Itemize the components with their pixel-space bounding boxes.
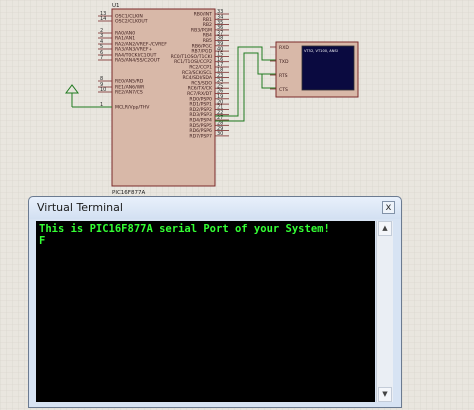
pin-label: RD2/PSP2 — [189, 107, 212, 113]
close-icon: x — [385, 202, 392, 213]
pin-label: RB4 — [203, 33, 212, 39]
pin-label: RC6/TX/CK — [188, 86, 213, 92]
pin-label: RB1 — [203, 17, 212, 23]
pin-label: RD4/PSP4 — [189, 118, 212, 124]
pin-label: MCLR/Vpp/THV — [115, 105, 150, 111]
pin-label: RC2/CCP1 — [189, 65, 212, 71]
pin-label: RC1/T1OSI/CCP2 — [174, 59, 212, 65]
terminal-line: This is PIC16F877A serial Port of your S… — [39, 223, 330, 235]
window-title: Virtual Terminal — [37, 201, 123, 214]
pin-label: RC5/SDO — [191, 80, 212, 86]
pin-label: RE0/AN5/RD — [115, 79, 144, 85]
pin-label: RB6/PGC — [192, 43, 212, 49]
terminal-pin-label: CTS — [279, 87, 288, 93]
pin-label: RD7/PSP7 — [189, 133, 212, 139]
vertical-scrollbar[interactable]: ▲ ▼ — [376, 221, 393, 402]
terminal-pin-label: TXD — [278, 59, 289, 65]
pin-label: RD3/PSP3 — [189, 112, 212, 118]
pin-label: RD1/PSP1 — [189, 102, 212, 108]
pin-number: 7 — [100, 55, 103, 61]
pin-label: RA3/AN3/VREF+ — [115, 47, 153, 53]
terminal-component-screen-text: VT52, VT100, ANSI — [304, 49, 338, 53]
terminal-pin-label: RXD — [279, 45, 289, 51]
pin-label: RB3/PGM — [191, 27, 212, 33]
pin-label: RC4/SDI/SDA — [182, 75, 212, 81]
window-titlebar[interactable]: Virtual Terminal x — [29, 197, 401, 219]
pin-label: RD6/PSP6 — [189, 128, 212, 134]
pin-label: RC0/T1OSO/T1CKI — [171, 54, 212, 60]
chip-ref-label: U1 — [112, 3, 120, 9]
pin-label: RD0/PSP0 — [189, 96, 212, 102]
pin-label: RD5/PSP5 — [189, 123, 212, 129]
close-button[interactable]: x — [382, 201, 395, 214]
terminal-line: F — [39, 235, 46, 247]
pin-label: RB2 — [203, 22, 212, 28]
pin-label: RB5 — [203, 38, 212, 44]
scroll-down-button[interactable]: ▼ — [378, 387, 392, 402]
pin-label: RA1/AN1 — [115, 36, 135, 42]
terminal-output[interactable]: This is PIC16F877A serial Port of your S… — [36, 221, 375, 402]
terminal-pin-label: RTS — [279, 73, 288, 79]
pin-label: RB7/PGD — [191, 49, 212, 55]
scroll-up-button[interactable]: ▲ — [378, 221, 392, 236]
pin-label: RA5/AN4/SS/C2OUT — [115, 58, 160, 64]
pin-number: 10 — [100, 87, 106, 93]
virtual-terminal-window[interactable]: Virtual Terminal x This is PIC16F877A se… — [28, 196, 402, 408]
pin-label: RC7/RX/DT — [187, 91, 212, 97]
pin-label: RC3/SCK/SCL — [182, 70, 212, 76]
pin-label: RE2/AN7/CS — [115, 90, 143, 96]
pin-label: OSC2/CLKOUT — [115, 19, 148, 25]
pin-number: 30 — [217, 131, 223, 137]
pin-number: 14 — [100, 16, 106, 22]
pin-label: RB0/INT — [194, 12, 213, 18]
